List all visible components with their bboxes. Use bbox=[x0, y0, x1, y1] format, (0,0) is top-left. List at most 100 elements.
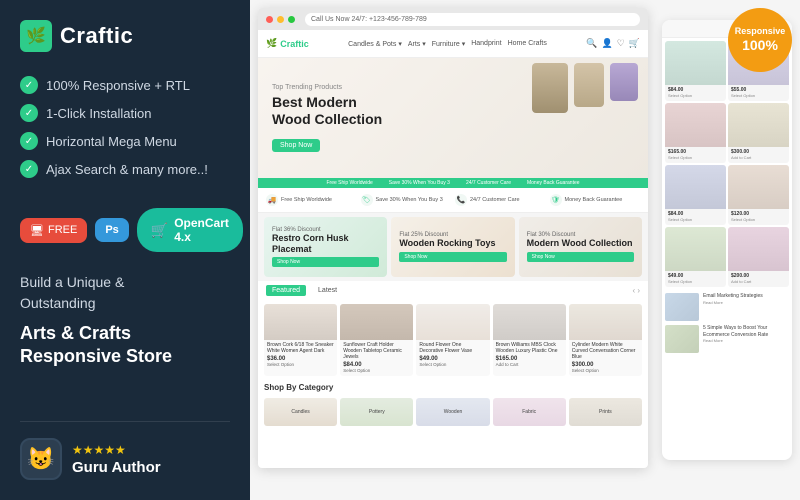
feature-returns: 🛡 Money Back Guarantee bbox=[550, 194, 641, 206]
feature-text: Money Back Guarantee bbox=[565, 197, 623, 203]
author-avatar: 😺 bbox=[20, 438, 62, 480]
category-fabric[interactable]: Fabric bbox=[493, 398, 566, 426]
promo-title-2: Wooden Rocking Toys bbox=[399, 238, 506, 249]
responsive-badge: Responsive 100% bbox=[728, 8, 792, 72]
tablet-product-card: $84.00 Select Option bbox=[665, 165, 726, 225]
tablet-product-price: $200.00 bbox=[728, 271, 789, 279]
tablet-products-grid: $84.00 Select Option $55.00 Select Optio… bbox=[662, 38, 792, 290]
tablet-product-price: $84.00 bbox=[665, 85, 726, 93]
browser-url: Call Us Now 24/7: +123-456-789-789 bbox=[305, 13, 640, 26]
article-title: Email Marketing Strategies bbox=[703, 293, 763, 300]
photoshop-badge: Ps bbox=[95, 218, 128, 242]
nav-item: Arts ▾ bbox=[408, 40, 426, 48]
tablet-product-action[interactable]: Add to Cart bbox=[728, 155, 789, 160]
banner-item: Money Back Guarantee bbox=[527, 180, 580, 186]
site-logo: 🌿 Craftic bbox=[266, 38, 309, 49]
tablet-product-action[interactable]: Select Option bbox=[665, 217, 726, 222]
feature-label: Horizontal Mega Menu bbox=[46, 134, 177, 149]
promo-btn-1[interactable]: Shop Now bbox=[272, 257, 379, 267]
monitor-label: FREE bbox=[48, 224, 77, 236]
opencart-badge: 🛒 OpenCart 4.x bbox=[137, 208, 243, 252]
tablet-product-action[interactable]: Select Option bbox=[665, 93, 726, 98]
product-image bbox=[569, 304, 642, 340]
article-meta[interactable]: Read More bbox=[703, 300, 763, 305]
product-image bbox=[264, 304, 337, 340]
tablet-product-price: $55.00 bbox=[728, 85, 789, 93]
category-wooden[interactable]: Wooden bbox=[416, 398, 489, 426]
tablet-product-price: $84.00 bbox=[665, 209, 726, 217]
nav-item: Furniture ▾ bbox=[432, 40, 465, 48]
tablet-product-image bbox=[665, 165, 726, 209]
product-card: Brown Williams MBS Clock Wooden Luxury P… bbox=[493, 304, 566, 376]
hero-image-area bbox=[532, 63, 638, 113]
hero-title: Best Modern Wood Collection bbox=[272, 94, 382, 128]
promo-btn-3[interactable]: Shop Now bbox=[527, 252, 634, 262]
hero-cta-button[interactable]: Shop Now bbox=[272, 139, 320, 152]
tag-icon: 🏷 bbox=[361, 194, 373, 206]
tablet-product-image bbox=[728, 165, 789, 209]
monitor-icon: 🖥 bbox=[30, 224, 44, 237]
hero-candle-3 bbox=[610, 63, 638, 101]
right-preview: Responsive 100% Call Us Now 24/7: +123-4… bbox=[250, 0, 800, 500]
tablet-product-action[interactable]: Select Option bbox=[665, 155, 726, 160]
product-action[interactable]: Select Option bbox=[264, 362, 337, 367]
product-image bbox=[493, 304, 566, 340]
hero-text: Top Trending Products Best Modern Wood C… bbox=[272, 84, 382, 152]
tablet-product-image bbox=[665, 227, 726, 271]
nav-arrows: ‹ › bbox=[632, 286, 640, 295]
check-icon: ✓ bbox=[20, 132, 38, 150]
product-action[interactable]: Select Option bbox=[416, 362, 489, 367]
tablet-product-card: $300.00 Add to Cart bbox=[728, 103, 789, 163]
feature-text: Save 30% When You Buy 3 bbox=[376, 197, 443, 203]
feature-label: Ajax Search & many more..! bbox=[46, 162, 208, 177]
tablet-product-image bbox=[665, 103, 726, 147]
phone-icon: 📞 bbox=[455, 194, 467, 206]
product-action[interactable]: Select Option bbox=[340, 368, 413, 373]
category-prints[interactable]: Prints bbox=[569, 398, 642, 426]
product-action[interactable]: Select Option bbox=[569, 368, 642, 373]
tab-featured[interactable]: Featured bbox=[266, 285, 306, 296]
feature-discount: 🏷 Save 30% When You Buy 3 bbox=[361, 194, 452, 206]
tablet-mock: $84.00 Select Option $55.00 Select Optio… bbox=[662, 20, 792, 460]
category-pottery[interactable]: Pottery bbox=[340, 398, 413, 426]
promo-title-3: Modern Wood Collection bbox=[527, 238, 634, 249]
nav-item: Handprint bbox=[471, 40, 501, 48]
tablet-product-action[interactable]: Add to Cart bbox=[728, 279, 789, 284]
article-meta[interactable]: Read More bbox=[703, 338, 789, 343]
tablet-product-action[interactable]: Select Option bbox=[728, 93, 789, 98]
brand-icon: 🌿 bbox=[20, 20, 52, 52]
feature-label: 1-Click Installation bbox=[46, 106, 152, 121]
browser-dot-yellow bbox=[277, 16, 284, 23]
preview-inner: Responsive 100% Call Us Now 24/7: +123-4… bbox=[250, 0, 800, 500]
monitor-badge: 🖥 FREE bbox=[20, 218, 87, 243]
truck-icon: 🚚 bbox=[266, 194, 278, 206]
feature-label: 100% Responsive + RTL bbox=[46, 78, 190, 93]
product-name: Brown Cork 6/18 Toe Sneaker White Women … bbox=[264, 340, 337, 356]
article-item: 5 Simple Ways to Boost Your Ecommerce Co… bbox=[665, 325, 789, 353]
article-content: 5 Simple Ways to Boost Your Ecommerce Co… bbox=[703, 325, 789, 343]
author-area: 😺 ★★★★★ Guru Author bbox=[20, 421, 230, 480]
feature-item: ✓ 1-Click Installation bbox=[20, 104, 230, 122]
brand-name: Craftic bbox=[60, 23, 133, 49]
heart-icon: ♡ bbox=[617, 38, 625, 49]
hero-candle-2 bbox=[574, 63, 604, 107]
tablet-product-card: $200.00 Add to Cart bbox=[728, 227, 789, 287]
tablet-product-image bbox=[728, 227, 789, 271]
features-list: ✓ 100% Responsive + RTL ✓ 1-Click Instal… bbox=[20, 76, 230, 188]
banner-item: Free Ship Worldwide bbox=[326, 180, 372, 186]
product-action[interactable]: Add to Cart bbox=[493, 362, 566, 367]
logo-area: 🌿 Craftic bbox=[20, 20, 230, 52]
promo-banner-2: Flat 25% Discount Wooden Rocking Toys Sh… bbox=[391, 217, 514, 277]
tab-latest[interactable]: Latest bbox=[312, 285, 343, 296]
product-name: Sunflower Craft Holder Wooden Tabletop C… bbox=[340, 340, 413, 362]
product-name: Cylinder Modern White Curved Conversatio… bbox=[569, 340, 642, 362]
category-candles[interactable]: Candles bbox=[264, 398, 337, 426]
promo-btn-2[interactable]: Shop Now bbox=[399, 252, 506, 262]
article-image bbox=[665, 325, 699, 353]
product-card: Cylinder Modern White Curved Conversatio… bbox=[569, 304, 642, 376]
tablet-product-action[interactable]: Select Option bbox=[665, 279, 726, 284]
cart-icon: 🛒 bbox=[151, 222, 168, 239]
tablet-product-action[interactable]: Select Option bbox=[728, 217, 789, 222]
tablet-product-card: $49.00 Select Option bbox=[665, 227, 726, 287]
article-title: 5 Simple Ways to Boost Your Ecommerce Co… bbox=[703, 325, 789, 338]
